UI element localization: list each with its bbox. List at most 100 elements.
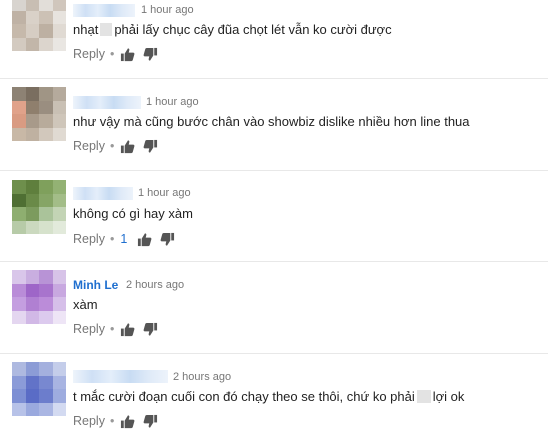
comment-text: như vậy mà cũng bước chân vào showbiz di… bbox=[73, 114, 470, 129]
avatar-pixel bbox=[12, 180, 26, 194]
avatar[interactable] bbox=[12, 362, 66, 416]
avatar-pixel bbox=[12, 10, 26, 24]
timestamp[interactable]: 2 hours ago bbox=[173, 371, 231, 384]
avatar-pixel bbox=[12, 283, 26, 297]
avatar-pixel bbox=[12, 270, 26, 284]
avatar-pixel bbox=[52, 114, 66, 128]
avatar-pixel bbox=[12, 389, 26, 403]
thumbs-down-icon[interactable] bbox=[143, 47, 158, 62]
comment-text: không có gì hay xàm bbox=[73, 206, 193, 221]
divider bbox=[0, 170, 548, 171]
avatar[interactable] bbox=[12, 270, 66, 324]
reply-button[interactable]: Reply bbox=[73, 46, 105, 62]
avatar-pixel bbox=[12, 362, 26, 376]
reply-button[interactable]: Reply bbox=[73, 138, 105, 154]
avatar[interactable] bbox=[12, 0, 66, 51]
thumbs-up-icon[interactable] bbox=[120, 322, 135, 337]
avatar-pixel bbox=[52, 0, 66, 11]
reply-button[interactable]: Reply bbox=[73, 231, 105, 247]
avatar-pixel bbox=[39, 127, 53, 141]
timestamp[interactable]: 1 hour ago bbox=[146, 96, 199, 109]
avatar-pixel bbox=[39, 193, 53, 207]
comment-text-part: nhạt bbox=[73, 22, 99, 37]
timestamp[interactable]: 2 hours ago bbox=[126, 279, 184, 292]
separator-dot: • bbox=[109, 414, 115, 428]
like-count: 1 bbox=[120, 232, 128, 246]
avatar-pixel bbox=[52, 402, 66, 416]
avatar-pixel bbox=[12, 100, 26, 114]
avatar-pixel bbox=[12, 375, 26, 389]
avatar-pixel bbox=[25, 193, 39, 207]
avatar-pixel bbox=[39, 297, 53, 311]
avatar-pixel bbox=[25, 114, 39, 128]
avatar[interactable] bbox=[12, 180, 66, 234]
avatar-pixel bbox=[25, 270, 39, 284]
avatar-pixel bbox=[25, 207, 39, 221]
avatar-pixel bbox=[25, 297, 39, 311]
avatar-pixel bbox=[39, 114, 53, 128]
thumbs-up-icon[interactable] bbox=[120, 414, 135, 429]
thumbs-down-icon[interactable] bbox=[143, 139, 158, 154]
thumbs-up-icon[interactable] bbox=[120, 47, 135, 62]
avatar-pixel bbox=[12, 207, 26, 221]
author-name[interactable] bbox=[73, 370, 168, 383]
thumbs-up-icon[interactable] bbox=[120, 139, 135, 154]
avatar-pixel bbox=[12, 297, 26, 311]
timestamp[interactable]: 1 hour ago bbox=[138, 187, 191, 200]
avatar-pixel bbox=[52, 207, 66, 221]
avatar-pixel bbox=[25, 37, 39, 51]
comment-text: nhạt phải lấy chục cây đũa chọt lét vẫn k… bbox=[73, 22, 392, 38]
censored-word bbox=[416, 390, 431, 403]
avatar-pixel bbox=[25, 310, 39, 324]
thumbs-down-icon[interactable] bbox=[143, 414, 158, 429]
avatar[interactable] bbox=[12, 87, 66, 141]
avatar-pixel bbox=[39, 100, 53, 114]
author-name[interactable] bbox=[73, 187, 133, 200]
avatar-pixel bbox=[39, 402, 53, 416]
avatar-pixel bbox=[25, 24, 39, 38]
avatar-pixel bbox=[39, 37, 53, 51]
reply-button[interactable]: Reply bbox=[73, 321, 105, 337]
thumbs-up-icon[interactable] bbox=[137, 232, 152, 247]
separator-dot: • bbox=[109, 139, 115, 153]
author-name[interactable] bbox=[73, 96, 141, 109]
avatar-pixel bbox=[39, 362, 53, 376]
thumbs-down-icon[interactable] bbox=[160, 232, 175, 247]
comment-text-part: lợi ok bbox=[432, 389, 465, 404]
avatar-pixel bbox=[52, 87, 66, 101]
avatar-pixel bbox=[52, 100, 66, 114]
comment-actions: Reply • bbox=[73, 138, 166, 154]
avatar-pixel bbox=[12, 402, 26, 416]
timestamp[interactable]: 1 hour ago bbox=[141, 4, 194, 17]
avatar-pixel bbox=[25, 220, 39, 234]
avatar-pixel bbox=[12, 193, 26, 207]
comment-actions: Reply • 1 bbox=[73, 231, 183, 247]
divider bbox=[0, 78, 548, 79]
avatar-pixel bbox=[52, 37, 66, 51]
comment-text: t mắc cười đoạn cuối con đó chạy theo se… bbox=[73, 389, 464, 405]
avatar-pixel bbox=[25, 375, 39, 389]
avatar-pixel bbox=[52, 375, 66, 389]
avatar-pixel bbox=[39, 207, 53, 221]
comment-text-part: phải lấy chục cây đũa chọt lét vẫn ko cư… bbox=[114, 22, 392, 37]
author-name[interactable] bbox=[73, 4, 135, 17]
avatar-pixel bbox=[52, 310, 66, 324]
comment-text-part: t mắc cười đoạn cuối con đó chạy theo se… bbox=[73, 389, 415, 404]
comment-text: xàm bbox=[73, 297, 98, 312]
avatar-pixel bbox=[39, 283, 53, 297]
thumbs-down-icon[interactable] bbox=[143, 322, 158, 337]
avatar-pixel bbox=[52, 270, 66, 284]
avatar-pixel bbox=[52, 389, 66, 403]
avatar-pixel bbox=[25, 389, 39, 403]
avatar-pixel bbox=[52, 362, 66, 376]
avatar-pixel bbox=[52, 24, 66, 38]
reply-button[interactable]: Reply bbox=[73, 413, 105, 429]
avatar-pixel bbox=[52, 193, 66, 207]
author-name[interactable]: Minh Le bbox=[73, 278, 118, 292]
avatar-pixel bbox=[39, 220, 53, 234]
avatar-pixel bbox=[39, 0, 53, 11]
avatar-pixel bbox=[39, 270, 53, 284]
avatar-pixel bbox=[12, 87, 26, 101]
avatar-pixel bbox=[39, 24, 53, 38]
avatar-pixel bbox=[25, 0, 39, 11]
